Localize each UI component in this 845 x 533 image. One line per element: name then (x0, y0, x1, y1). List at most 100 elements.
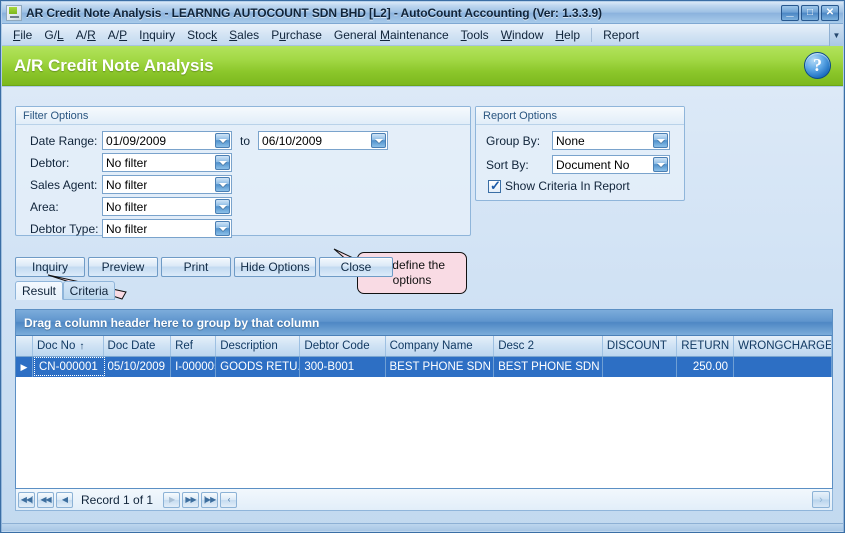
hide-options-button[interactable]: Hide Options (234, 257, 316, 277)
application-window: AR Credit Note Analysis - LEARNNG AUTOCO… (0, 0, 845, 533)
chevron-down-icon[interactable] (653, 133, 668, 148)
debtor-type-filter-select[interactable]: No filter (102, 219, 232, 238)
column-header-ref[interactable]: Ref (171, 336, 217, 356)
cell-ref[interactable]: I-000005 (171, 357, 217, 377)
area-filter-value: No filter (106, 199, 148, 214)
menu-item-tools[interactable]: Tools (455, 26, 495, 44)
filter-options-group: Filter Options Date Range: 01/09/2009 to… (15, 106, 471, 238)
cell-doc-date[interactable]: 05/10/2009 (104, 357, 172, 377)
window-title: AR Credit Note Analysis - LEARNNG AUTOCO… (26, 5, 602, 20)
column-header-return[interactable]: RETURN (677, 336, 735, 356)
chevron-down-icon[interactable] (215, 199, 230, 214)
tab-result[interactable]: Result (15, 281, 63, 300)
close-icon: ✕ (825, 7, 835, 18)
nav-next-icon[interactable]: ▶ (163, 491, 181, 508)
chevron-down-icon[interactable] (215, 221, 230, 236)
sales-agent-filter-select[interactable]: No filter (102, 175, 232, 194)
maximize-button[interactable]: □ (801, 5, 819, 21)
report-options-group: Report Options Group By: None Sort By: D… (475, 106, 685, 201)
tab-criteria[interactable]: Criteria (63, 281, 115, 300)
menu-item-general-maintenance[interactable]: General Maintenance (328, 26, 455, 44)
cell-desc-2[interactable]: BEST PHONE SDN B... (494, 357, 603, 377)
close-button-form[interactable]: Close (319, 257, 393, 277)
column-header-wrongcharge[interactable]: WRONGCHARGE (734, 336, 832, 356)
column-header-discount[interactable]: DISCOUNT (603, 336, 678, 356)
menu-item-inquiry[interactable]: Inquiry (133, 26, 181, 44)
group-by-value: None (556, 133, 585, 148)
grid-header-indicator (16, 336, 33, 356)
menu-item-window[interactable]: Window (495, 26, 550, 44)
group-by-select[interactable]: None (552, 131, 670, 150)
nav-next-page-icon[interactable]: ▶▶ (182, 491, 200, 508)
grid-group-panel-hint: Drag a column header here to group by th… (24, 315, 320, 330)
chevron-down-icon[interactable]: ▼ (829, 24, 843, 46)
group-by-row: Group By: None (486, 131, 670, 150)
date-range-row: Date Range: 01/09/2009 to 06/10/2009 (30, 131, 389, 150)
date-from-input[interactable]: 01/09/2009 (102, 131, 232, 150)
status-bar (2, 523, 843, 531)
title-bar: AR Credit Note Analysis - LEARNNG AUTOCO… (2, 2, 843, 24)
chevron-down-icon[interactable] (371, 133, 387, 148)
menu-item-purchase[interactable]: Purchase (265, 26, 328, 44)
cell-wrongcharge[interactable] (734, 357, 832, 377)
show-criteria-checkbox-row[interactable]: Show Criteria In Report (488, 178, 630, 193)
menu-item-file[interactable]: File (7, 26, 38, 44)
cell-description[interactable]: GOODS RETU... (216, 357, 301, 377)
nav-prev-icon[interactable]: ◀ (56, 491, 73, 508)
print-button[interactable]: Print (161, 257, 231, 277)
chevron-down-icon[interactable] (215, 177, 230, 192)
sort-by-value: Document No (556, 157, 630, 172)
table-row[interactable]: ▶ CN-000001 05/10/2009 I-000005 GOODS RE… (16, 357, 832, 377)
row-indicator-arrow: ▶ (16, 357, 33, 377)
debtor-filter-select[interactable]: No filter (102, 153, 232, 172)
help-question-icon[interactable]: ? (804, 52, 831, 79)
nav-prev-page-icon[interactable]: ◀◀ (37, 491, 54, 508)
column-header-doc-no[interactable]: Doc No ↑ (33, 336, 104, 356)
close-button[interactable]: ✕ (821, 5, 839, 21)
chevron-down-icon[interactable] (653, 157, 668, 172)
cell-debtor-code[interactable]: 300-B001 (300, 357, 386, 377)
nav-collapse-icon[interactable]: ‹ (220, 491, 238, 508)
record-navigator: ◀◀| ◀◀ ◀ Record 1 of 1 ▶ ▶▶ |▶▶ ‹ › (15, 489, 833, 511)
cell-return[interactable]: 250.00 (677, 357, 735, 377)
window-controls: _ □ ✕ (779, 4, 839, 21)
menu-item-sales[interactable]: Sales (223, 26, 265, 44)
nav-last-icon[interactable]: |▶▶ (201, 491, 219, 508)
area-filter-select[interactable]: No filter (102, 197, 232, 216)
menu-item-gl[interactable]: G/L (38, 26, 69, 44)
sort-by-select[interactable]: Document No (552, 155, 670, 174)
chevron-down-icon[interactable] (215, 155, 230, 170)
chevron-down-icon[interactable] (215, 133, 230, 148)
grid-empty-area (16, 377, 832, 488)
menu-item-ar[interactable]: A/R (70, 26, 102, 44)
debtor-row: Debtor: No filter (30, 153, 232, 172)
show-criteria-label: Show Criteria In Report (505, 179, 630, 193)
page-header: A/R Credit Note Analysis ? (2, 46, 843, 86)
cell-discount[interactable] (603, 357, 678, 377)
date-range-label: Date Range: (30, 133, 98, 148)
date-to-input[interactable]: 06/10/2009 (258, 131, 389, 150)
grid-group-panel[interactable]: Drag a column header here to group by th… (16, 310, 832, 336)
debtor-label: Debtor: (30, 155, 70, 170)
show-criteria-checkbox[interactable] (488, 178, 501, 193)
menu-item-stock[interactable]: Stock (181, 26, 223, 44)
debtor-filter-value: No filter (106, 155, 148, 170)
debtor-type-row: Debtor Type: No filter (30, 219, 232, 238)
sort-asc-icon: ↑ (79, 340, 85, 352)
menu-item-ap[interactable]: A/P (102, 26, 133, 44)
column-header-description[interactable]: Description (216, 336, 301, 356)
column-header-desc-2[interactable]: Desc 2 (494, 336, 603, 356)
cell-doc-no-focused[interactable]: CN-000001 (34, 357, 105, 376)
cell-company-name[interactable]: BEST PHONE SDN B... (386, 357, 495, 377)
column-header-company-name[interactable]: Company Name (386, 336, 495, 356)
sort-by-row: Sort By: Document No (486, 155, 670, 174)
minimize-button[interactable]: _ (781, 4, 799, 21)
column-header-doc-date[interactable]: Doc Date (104, 336, 172, 356)
menu-item-report[interactable]: Report (597, 26, 645, 44)
nav-expand-icon[interactable]: › (812, 491, 830, 508)
date-to-value: 06/10/2009 (262, 133, 323, 148)
nav-first-icon[interactable]: ◀◀| (18, 491, 35, 508)
grid-header-row: Doc No ↑ Doc Date Ref Description Debtor … (16, 336, 832, 357)
menu-item-help[interactable]: Help (549, 26, 586, 44)
column-header-debtor-code[interactable]: Debtor Code (300, 336, 386, 356)
